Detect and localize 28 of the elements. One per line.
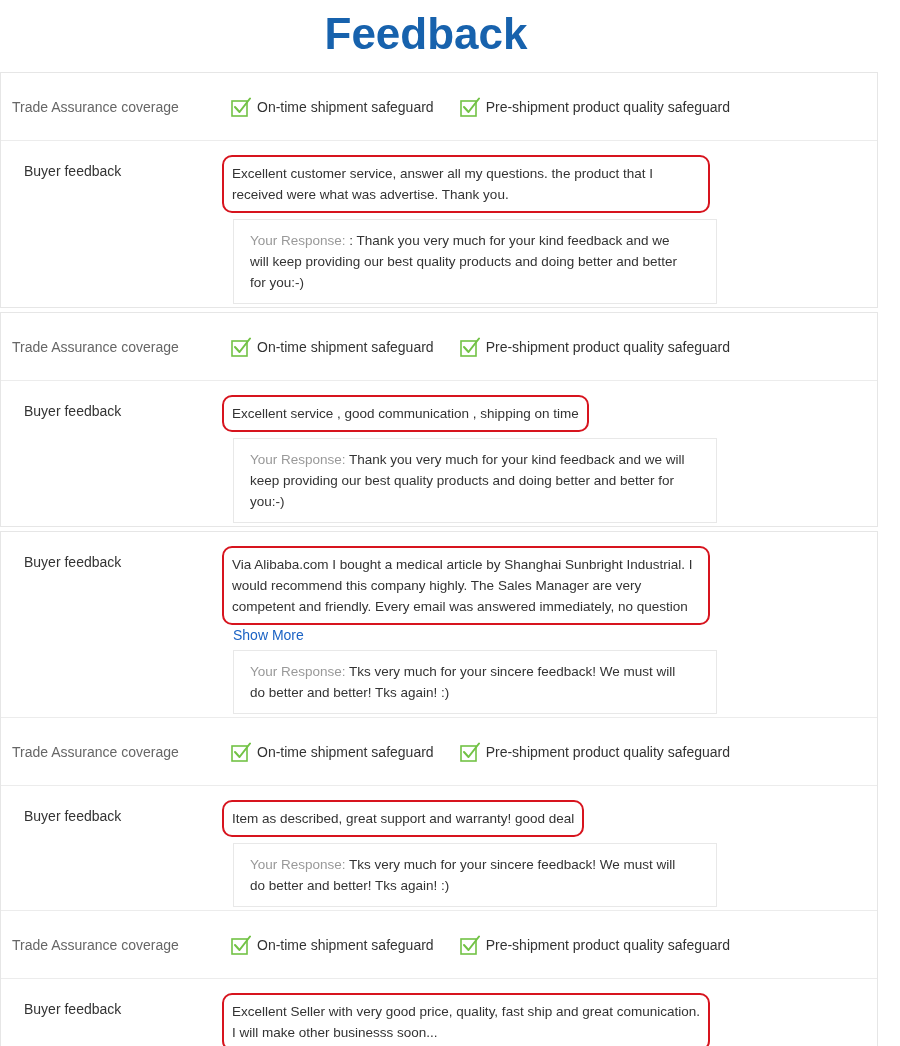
feedback-text: Excellent customer service, answer all my questions. the product that I received were what was advertise. Thank you. — [222, 155, 710, 213]
safeguard-label: Pre-shipment product quality safeguard — [485, 98, 730, 115]
response-text: Your Response: Tks very much for your sincere feedback! We must will do better and better! Tks again! :) — [250, 663, 677, 702]
safeguard-label: On-time shipment safeguard — [257, 338, 434, 355]
coverage-label: Trade Assurance coverage — [12, 743, 180, 760]
response-text: Your Response: Thank you very much for your kind feedback and we will keep providing our best quality products and doing better and better for you:-) — [250, 451, 686, 511]
safeguard-label: Pre-shipment product quality safeguard — [485, 338, 730, 355]
feedback-text: Excellent service , good communication , shipping on time — [222, 395, 589, 432]
response-text: Your Response: : Thank you very much for your kind feedback and we will keep providing our best quality products and doing better and better for you:-) — [250, 232, 679, 292]
feedback-label: Buyer feedback — [24, 807, 122, 824]
safeguard-label: Pre-shipment product quality safeguard — [485, 743, 730, 760]
feedback-label: Buyer feedback — [24, 1000, 122, 1017]
feedback-text: Item as described, great support and warranty! good deal — [222, 800, 585, 837]
safeguard-label: On-time shipment safeguard — [257, 743, 434, 760]
feedback-text: Excellent Seller with very good price, quality, fast ship and great comunication. I will make other businesss soon... — [222, 993, 710, 1046]
feedback-text: Via Alibaba.com I bought a medical article by Shanghai Sunbright Industrial. I would recommend this company highly. The Sales Manager are very competent and friendly. Every email was answered immediately, no question — [222, 546, 710, 625]
feedback-label: Buyer feedback — [24, 162, 122, 179]
page-title: Feedback — [324, 8, 528, 60]
coverage-label: Trade Assurance coverage — [12, 936, 180, 953]
response-text: Your Response: Tks very much for your sincere feedback! We must will do better and better! Tks again! :) — [250, 856, 677, 895]
safeguard-label: Pre-shipment product quality safeguard — [485, 936, 730, 953]
safeguard-label: On-time shipment safeguard — [257, 936, 434, 953]
coverage-label: Trade Assurance coverage — [12, 98, 180, 115]
feedback-label: Buyer feedback — [24, 553, 122, 570]
feedback-label: Buyer feedback — [24, 402, 122, 419]
show-more-link[interactable]: Show More — [233, 626, 304, 644]
coverage-label: Trade Assurance coverage — [12, 338, 180, 355]
safeguard-label: On-time shipment safeguard — [257, 98, 434, 115]
